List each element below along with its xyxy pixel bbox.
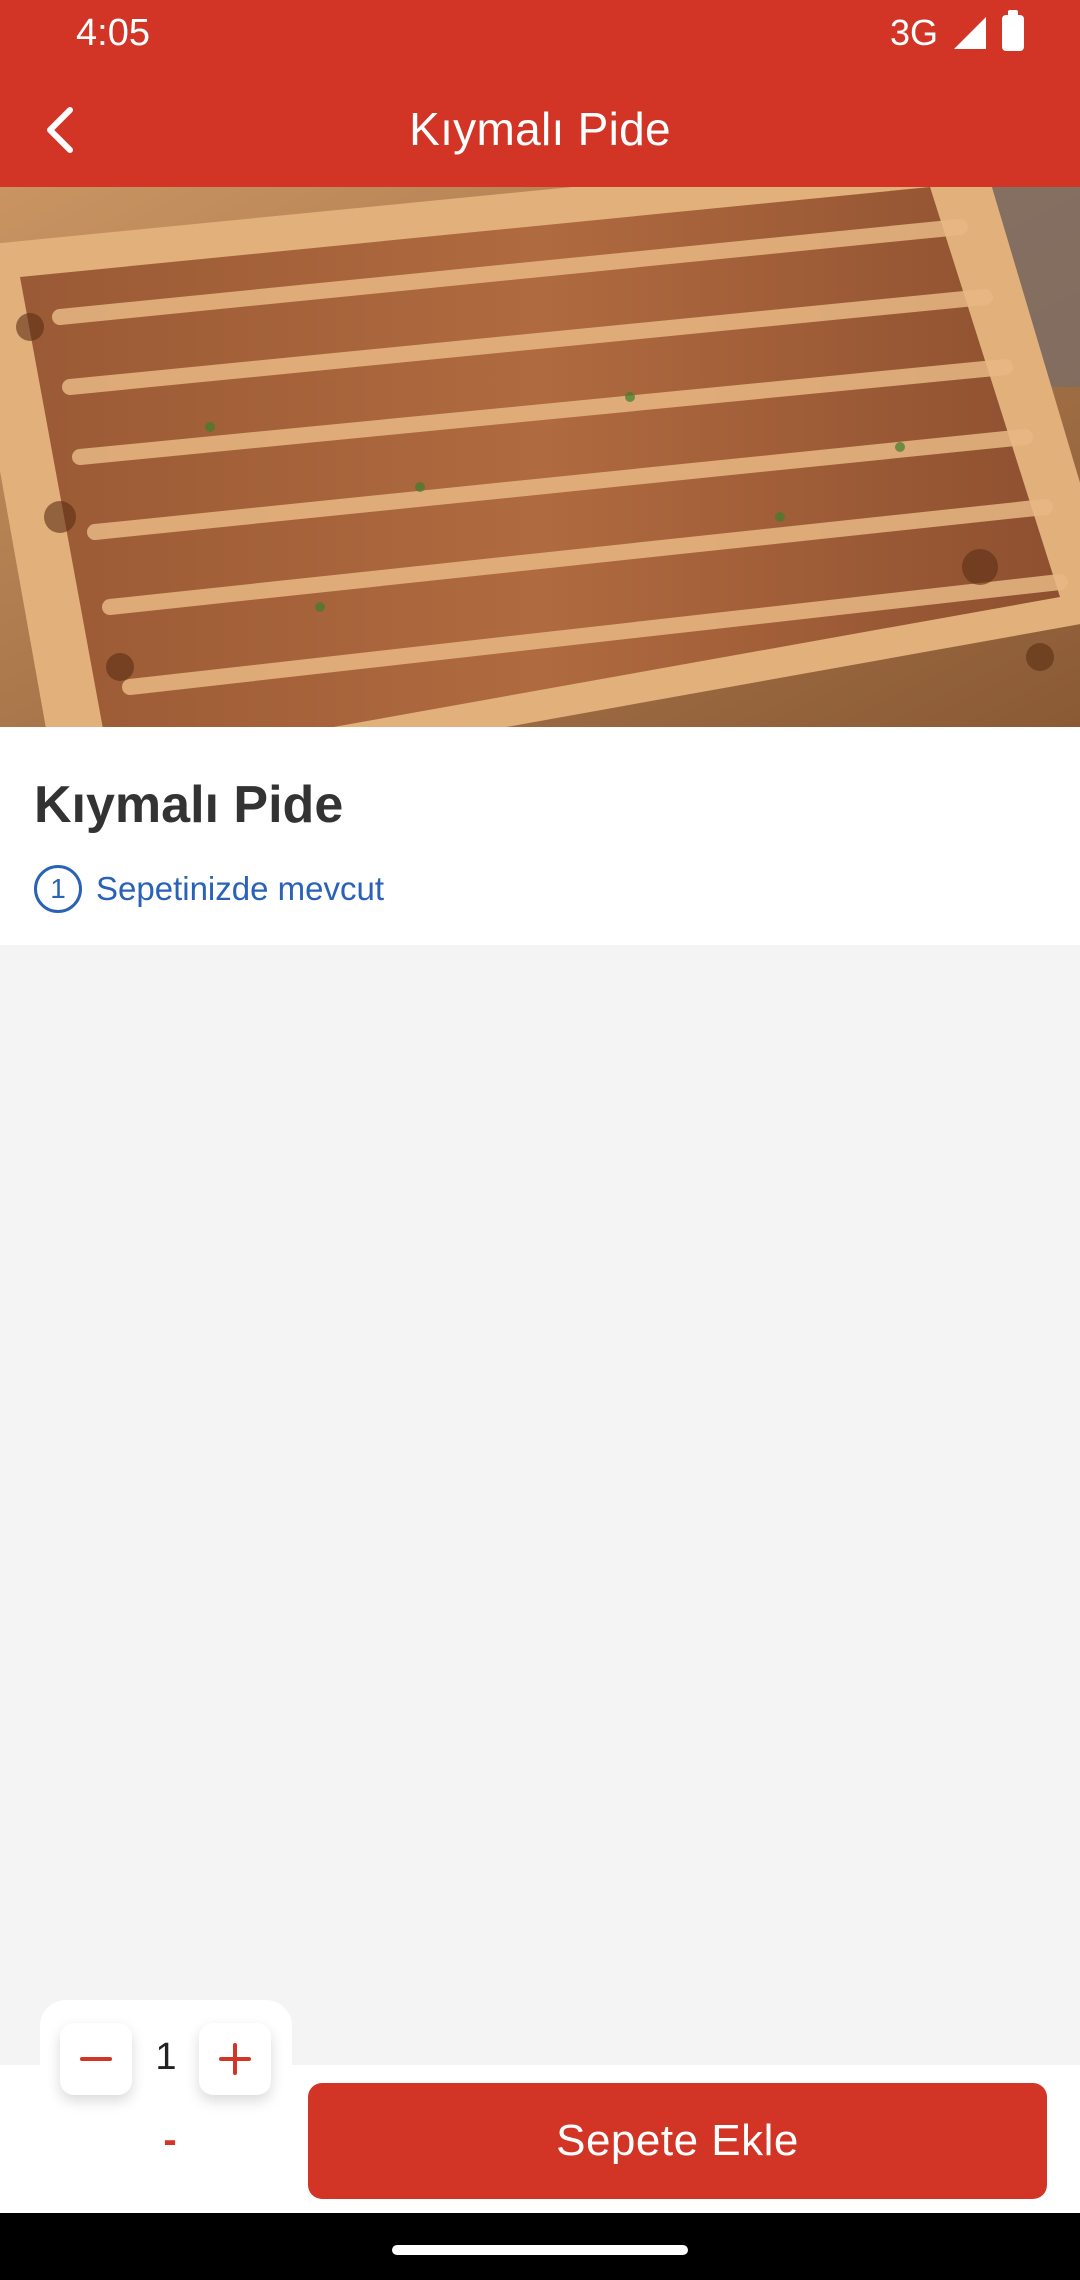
- add-to-cart-button[interactable]: Sepete Ekle: [308, 2083, 1047, 2199]
- product-detail-screen: 4:05 3G Kıymalı Pide Kıymalı Pide 1 Sepe…: [0, 0, 1080, 2280]
- system-nav-bar: [0, 2213, 1080, 2280]
- cart-status-text: Sepetinizde mevcut: [96, 870, 384, 907]
- product-title: Kıymalı Pide: [34, 776, 344, 834]
- network-type: 3G: [889, 12, 938, 53]
- increase-quantity-button[interactable]: [199, 2023, 271, 2095]
- quantity-sub-label: -: [163, 2118, 177, 2162]
- decrease-quantity-button[interactable]: [60, 2023, 132, 2095]
- product-image: [0, 187, 1080, 727]
- cart-count-badge: 1: [34, 865, 82, 913]
- pide-photo-illustration: [0, 187, 1080, 727]
- status-time: 4:05: [76, 12, 150, 54]
- signal-icon: [954, 17, 986, 49]
- minus-icon: [80, 2057, 112, 2061]
- plus-icon: [219, 2043, 251, 2075]
- app-bar: Kıymalı Pide: [0, 72, 1080, 187]
- product-info-card: Kıymalı Pide 1 Sepetinizde mevcut: [0, 727, 1080, 945]
- home-indicator[interactable]: [392, 2245, 688, 2255]
- status-bar: 4:05 3G: [0, 0, 1080, 72]
- in-cart-indicator: 1 Sepetinizde mevcut: [34, 865, 384, 913]
- status-icons: 3G: [889, 10, 1024, 54]
- content-area: [0, 945, 1080, 2065]
- battery-icon: [1002, 10, 1024, 51]
- page-title: Kıymalı Pide: [409, 103, 671, 155]
- quantity-value: 1: [155, 2036, 177, 2078]
